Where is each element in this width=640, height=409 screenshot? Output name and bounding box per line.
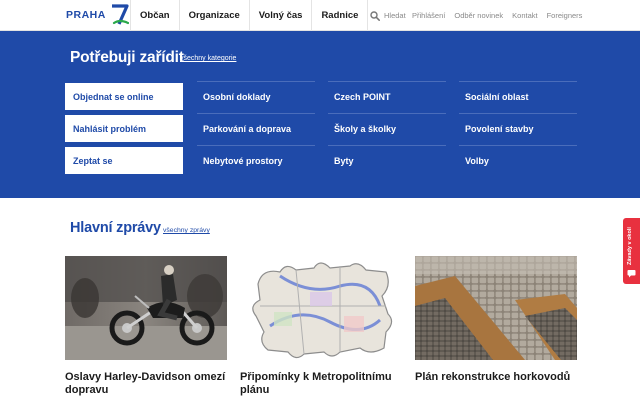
report-defect-label: Závady v okolí xyxy=(627,227,633,265)
news-image-paving[interactable] xyxy=(415,256,577,360)
category-skoly[interactable]: Školy a školky xyxy=(328,113,446,143)
category-czech-point[interactable]: Czech POINT xyxy=(328,81,446,111)
news-caption-horkovody[interactable]: Plán rekonstrukce horkovodů xyxy=(415,371,580,384)
site-header: PRAHA Občan Organizace Volný čas Radnice… xyxy=(0,0,640,31)
news-section-title: Hlavní zprávy xyxy=(70,220,161,236)
news-caption-metropolitni-plan[interactable]: Připomínky k Metropolitnímu plánu xyxy=(240,371,405,397)
news-caption-harley[interactable]: Oslavy Harley-Davidson omezí dopravu xyxy=(65,371,230,397)
category-nebytove-prostory[interactable]: Nebytové prostory xyxy=(197,145,315,175)
nav-organizace[interactable]: Organizace xyxy=(178,0,249,31)
logo-text: PRAHA xyxy=(66,9,106,21)
utility-nav: Přihlášení Odběr novinek Kontakt Foreign… xyxy=(412,0,582,31)
search-button[interactable]: Hledat xyxy=(370,0,406,31)
login-link[interactable]: Přihlášení xyxy=(412,11,445,20)
category-osobni-doklady[interactable]: Osobní doklady xyxy=(197,81,315,111)
main-nav: Občan Organizace Volný čas Radnice xyxy=(130,0,369,31)
nav-volny-cas[interactable]: Volný čas xyxy=(248,0,312,31)
logo-seven-icon xyxy=(111,4,129,25)
all-news-link[interactable]: všechny zprávy xyxy=(163,227,210,234)
nav-radnice[interactable]: Radnice xyxy=(311,0,369,31)
search-icon xyxy=(370,10,380,21)
category-parkovani[interactable]: Parkování a doprava xyxy=(197,113,315,143)
praha7-logo[interactable]: PRAHA xyxy=(66,4,129,26)
foreigners-link[interactable]: Foreigners xyxy=(547,11,583,20)
news-image-puzzle-map[interactable] xyxy=(240,256,402,360)
category-byty[interactable]: Byty xyxy=(328,145,446,175)
search-label: Hledat xyxy=(384,11,406,20)
book-online-button[interactable]: Objednat se online xyxy=(65,83,183,110)
panel-title: Potřebuji zařídit xyxy=(70,49,184,66)
message-icon xyxy=(627,270,636,278)
news-image-motorcycle[interactable] xyxy=(65,256,227,360)
category-socialni-oblast[interactable]: Sociální oblast xyxy=(459,81,577,111)
nav-obcan[interactable]: Občan xyxy=(130,0,179,31)
category-povoleni-stavby[interactable]: Povolení stavby xyxy=(459,113,577,143)
newsletter-link[interactable]: Odběr novinek xyxy=(454,11,503,20)
report-problem-button[interactable]: Nahlásit problém xyxy=(65,115,183,142)
services-panel: Potřebuji zařídit všechny kategorie Obje… xyxy=(0,31,640,198)
report-defect-tab[interactable]: Závady v okolí xyxy=(623,218,640,284)
category-volby[interactable]: Volby xyxy=(459,145,577,175)
all-categories-link[interactable]: všechny kategorie xyxy=(180,55,236,62)
contact-link[interactable]: Kontakt xyxy=(512,11,537,20)
ask-question-button[interactable]: Zeptat se xyxy=(65,147,183,174)
